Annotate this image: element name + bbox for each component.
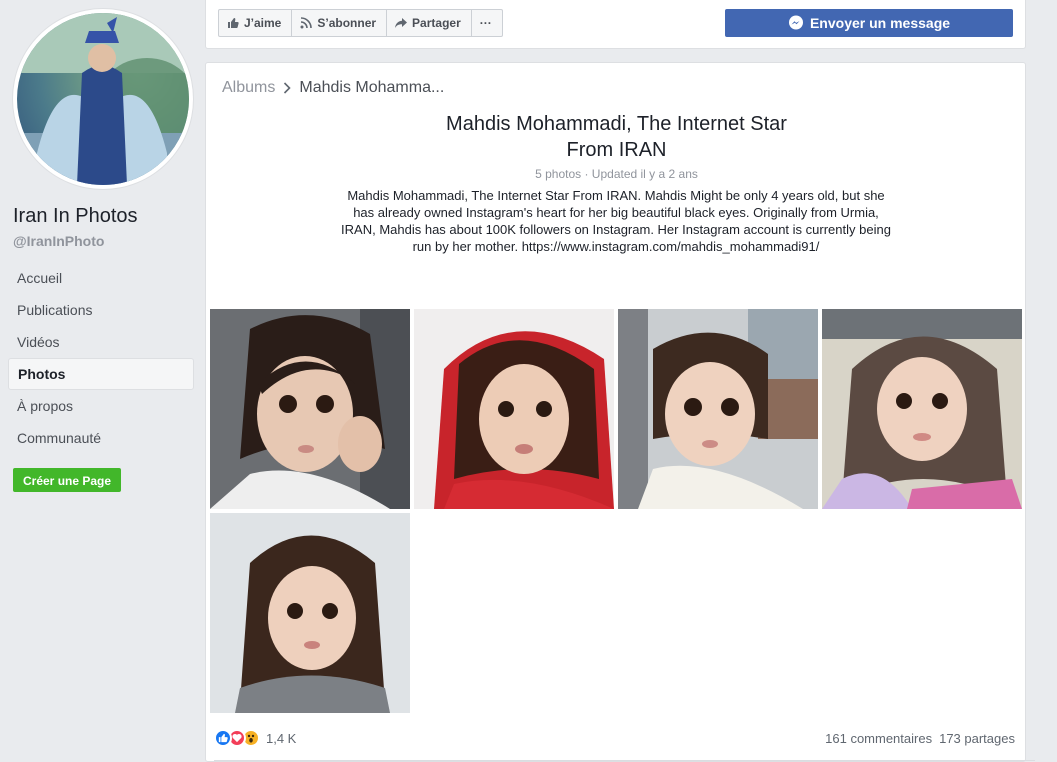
reactions-summary[interactable]: 1,4 K	[214, 729, 296, 747]
page-action-bar: J’aime S’abonner Partager ··· Envoyer un…	[205, 0, 1026, 49]
share-icon	[395, 18, 408, 28]
sidebar-item-communaute[interactable]: Communauté	[8, 422, 194, 454]
sidebar-item-a-propos[interactable]: À propos	[8, 390, 194, 422]
album-description: Mahdis Mohammadi, The Internet Star From…	[341, 188, 891, 254]
sidebar-item-accueil[interactable]: Accueil	[8, 262, 194, 294]
album-card: Albums Mahdis Mohamma... Mahdis Mohammad…	[205, 62, 1035, 762]
thumbs-up-icon	[228, 18, 239, 28]
comments-count-link[interactable]: 161 commentaires	[825, 731, 932, 746]
sidebar-item-videos[interactable]: Vidéos	[8, 326, 194, 358]
page-sidebar: Iran In Photos @IranInPhoto Accueil Publ…	[0, 0, 205, 762]
album-title: Mahdis Mohammadi, The Internet Star From…	[206, 111, 1027, 163]
breadcrumb: Albums Mahdis Mohamma...	[222, 79, 444, 97]
album-photo-2[interactable]	[414, 309, 614, 509]
album-meta: 5 photos · Updated il y a 2 ans	[535, 167, 698, 181]
rss-icon	[300, 17, 313, 29]
page-handle: @IranInPhoto	[13, 233, 105, 249]
breadcrumb-current: Mahdis Mohamma...	[299, 79, 445, 96]
sidebar-nav: Accueil Publications Vidéos Photos À pro…	[8, 262, 194, 454]
avatar-image	[17, 13, 189, 185]
more-options-button[interactable]: ···	[472, 10, 502, 36]
sidebar-item-photos[interactable]: Photos	[8, 358, 194, 390]
page-avatar[interactable]	[13, 9, 193, 189]
subscribe-button[interactable]: S’abonner	[292, 10, 388, 36]
action-button-group: J’aime S’abonner Partager ···	[218, 9, 503, 37]
engagement-stats: 161 commentaires 173 partages	[825, 731, 1015, 746]
subscribe-label: S’abonner	[317, 16, 377, 30]
breadcrumb-albums-link[interactable]: Albums	[222, 79, 275, 97]
send-message-label: Envoyer un message	[809, 15, 951, 31]
like-page-button[interactable]: J’aime	[219, 10, 293, 36]
album-photo-4[interactable]	[822, 309, 1022, 509]
messenger-icon	[788, 15, 803, 30]
album-photo-1[interactable]	[210, 309, 410, 509]
send-message-button[interactable]: Envoyer un message	[725, 9, 1013, 37]
share-button[interactable]: Partager	[387, 10, 472, 36]
album-title-line1: Mahdis Mohammadi, The Internet Star	[446, 113, 787, 135]
more-icon: ···	[479, 16, 492, 30]
create-page-button[interactable]: Créer une Page	[13, 468, 122, 492]
sidebar-item-publications[interactable]: Publications	[8, 294, 194, 326]
like-page-label: J’aime	[244, 16, 282, 30]
share-label: Partager	[412, 16, 461, 30]
chevron-right-icon	[284, 82, 291, 94]
album-photo-5[interactable]	[210, 513, 410, 713]
like-icon	[214, 729, 232, 747]
album-photo-3[interactable]	[618, 309, 818, 509]
page-name[interactable]: Iran In Photos	[13, 205, 138, 228]
reaction-count: 1,4 K	[266, 730, 297, 746]
album-title-line2: From IRAN	[566, 139, 667, 161]
shares-count-link[interactable]: 173 partages	[939, 731, 1015, 746]
